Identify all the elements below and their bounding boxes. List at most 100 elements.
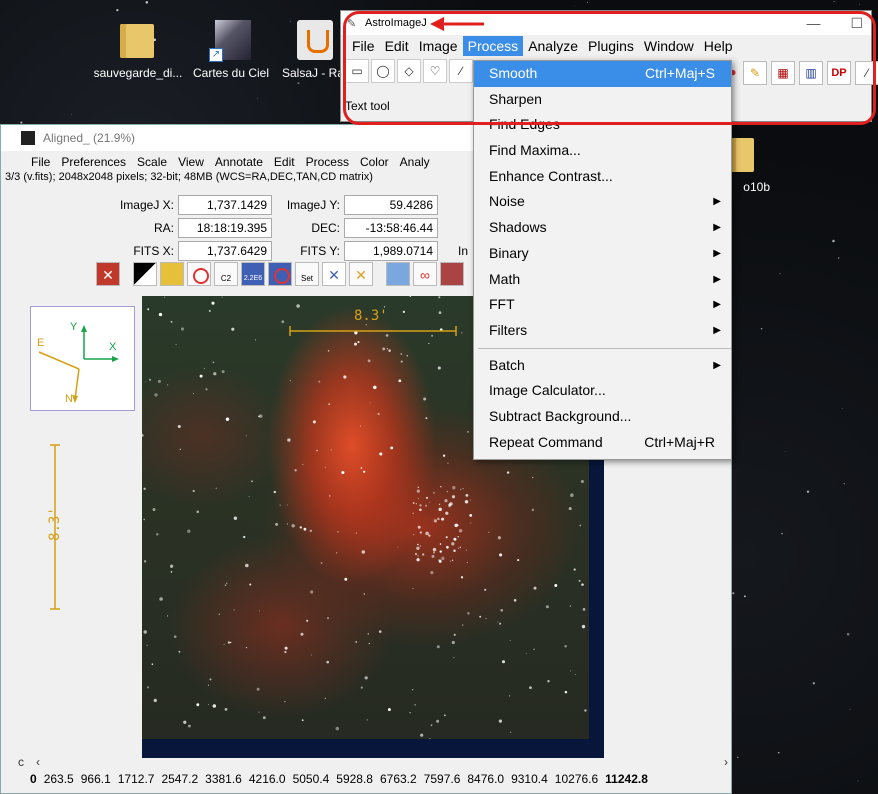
process-menu-item[interactable]: Noise ▶ [474,189,731,215]
star [245,563,249,568]
size-button[interactable]: 2.2E6 [241,262,265,286]
image-toolbar: ✕ C2 2.2E6 Set ✕ ✕ ∞ [96,262,464,288]
desktop-icon-salsaj[interactable]: SalsaJ - Ra [278,18,348,80]
img-menu-color[interactable]: Color [360,155,389,171]
fits-y-value[interactable]: 1,989.0714 [344,241,438,261]
star [143,487,146,490]
scroll-right-arrow[interactable]: › [724,755,728,769]
star [209,678,212,681]
star [417,486,419,488]
process-menu-item[interactable]: Shadows ▶ [474,215,731,241]
process-menu-item[interactable]: Repeat Command Ctrl+Maj+R [474,430,731,456]
measure-button[interactable]: ✕ [322,262,346,286]
star [419,504,422,507]
star [462,488,464,489]
star [170,320,173,323]
star [432,551,436,554]
star [570,670,572,672]
star [849,708,851,710]
zoom-button[interactable] [440,262,464,286]
star [231,327,235,331]
star [843,483,845,485]
imagej-y-value[interactable]: 59.4286 [344,195,438,215]
color-measure-button[interactable]: ✕ [349,262,373,286]
star [781,532,783,535]
aperture-auto-button[interactable] [160,262,184,286]
star [417,555,419,557]
img-menu-view[interactable]: View [178,155,204,171]
star [406,354,408,357]
star [417,498,420,500]
star [379,452,383,456]
process-menu-item[interactable]: Filters ▶ [474,318,731,344]
dec-value[interactable]: -13:58:46.44 [344,218,438,238]
star [510,731,512,733]
star [497,536,502,540]
desktop-icon-label: Cartes du Ciel [192,66,270,80]
compass-n-label: N [65,393,73,405]
link-button[interactable]: ∞ [413,262,437,286]
star [289,380,291,382]
set-button[interactable]: Set [295,262,319,286]
process-menu-item[interactable]: Subtract Background... [474,404,731,430]
imagej-x-value[interactable]: 1,737.1429 [178,195,272,215]
slice-scrollbar[interactable]: c ‹ › [18,755,728,771]
img-menu-process[interactable]: Process [306,155,349,171]
c2-label: C2 [220,274,232,283]
imagej-x-label: ImageJ X: [119,198,174,212]
img-menu-analyze[interactable]: Analy [400,155,430,171]
desktop-icon-folder-sauvegarde[interactable]: sauvegarde_di... [93,18,183,80]
star [425,496,429,499]
process-menu-item[interactable]: Find Maxima... [474,138,731,164]
target-button[interactable] [268,262,292,286]
star [779,272,781,275]
star [485,617,487,620]
star [833,0,835,3]
star [211,301,215,305]
fits-x-value[interactable]: 1,737.6429 [178,241,272,261]
star [465,549,467,551]
star [441,556,445,561]
process-menu-item[interactable]: Image Calculator... [474,378,731,404]
star [467,612,470,615]
process-menu-item[interactable]: Enhance Contrast... [474,164,731,190]
star [359,425,361,427]
star [412,512,414,514]
star [499,622,502,625]
desktop-icon-cartes-du-ciel[interactable]: ↗ Cartes du Ciel [186,18,276,80]
star [436,719,440,723]
star [207,684,210,686]
star [419,531,422,534]
star [208,703,209,705]
img-menu-file[interactable]: File [31,155,50,171]
clear-overlay-button[interactable]: ✕ [96,262,120,286]
star [842,408,843,409]
process-menu-item[interactable]: Binary ▶ [474,241,731,267]
edit-button[interactable] [386,262,410,286]
process-menu-item[interactable]: Batch ▶ [474,353,731,379]
img-menu-annotate[interactable]: Annotate [215,155,263,171]
star [180,327,185,331]
star [439,550,442,553]
star [151,663,154,666]
ra-value[interactable]: 18:18:19.395 [178,218,272,238]
scroll-left-arrow[interactable]: ‹ [36,755,40,769]
star [411,689,414,691]
img-menu-scale[interactable]: Scale [137,155,167,171]
img-menu-edit[interactable]: Edit [274,155,295,171]
star [547,680,550,683]
star [363,593,366,595]
invert-button[interactable] [133,262,157,286]
img-menu-preferences[interactable]: Preferences [61,155,126,171]
fits-x-label: FITS X: [133,244,174,258]
histogram-tick: 8476.0 [467,772,505,786]
process-menu-item[interactable]: FFT ▶ [474,292,731,318]
star [422,553,425,556]
c2-button[interactable]: C2 [214,262,238,286]
star [467,431,469,433]
star [287,438,291,442]
aperture-ring-button[interactable] [187,262,211,286]
star [432,491,435,494]
process-menu-item[interactable]: Math ▶ [474,267,731,293]
star [417,543,419,546]
